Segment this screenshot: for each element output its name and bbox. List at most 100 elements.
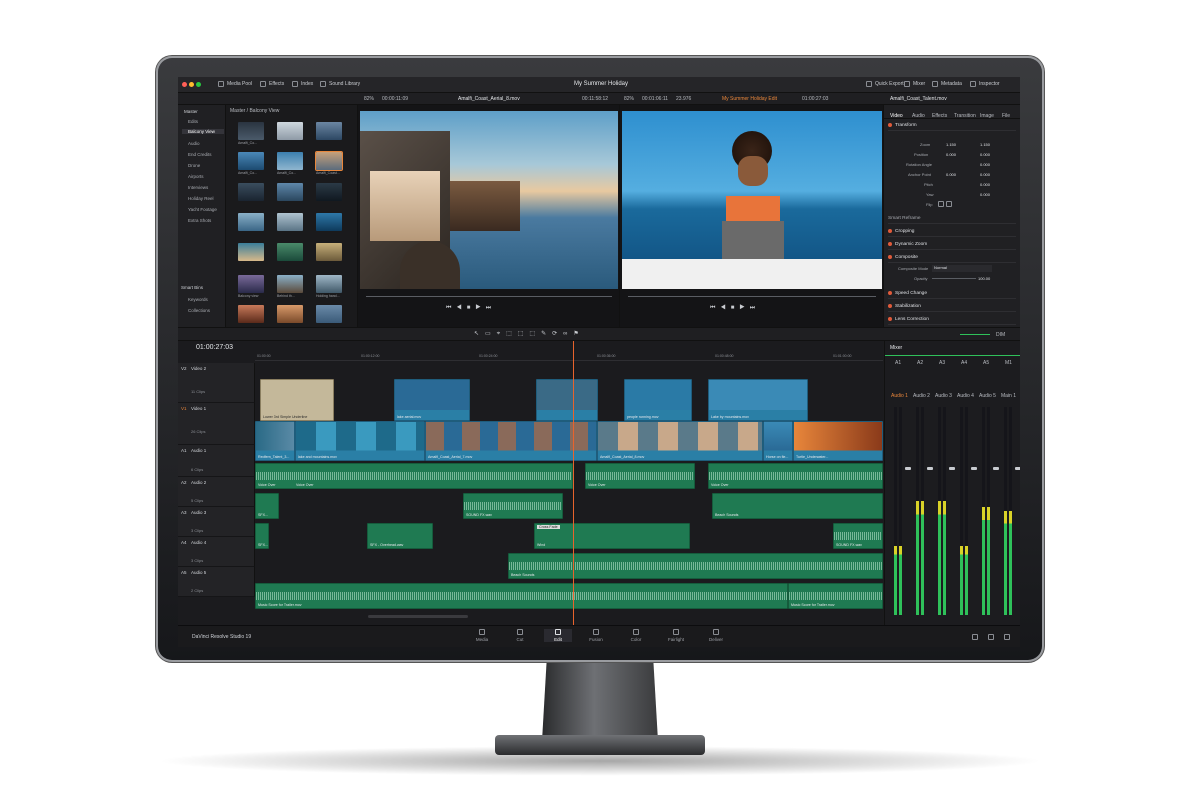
yaw-value[interactable]: 0.000	[980, 192, 990, 197]
enabled-indicator-icon[interactable]	[888, 229, 892, 233]
track-header-a3[interactable]: A3 Audio 3 3 Clips	[178, 507, 255, 537]
enabled-indicator-icon[interactable]	[888, 255, 892, 259]
audio-clip[interactable]: SFX...	[255, 523, 269, 549]
clip-thumbnail[interactable]	[238, 305, 264, 323]
cloud-icon[interactable]	[972, 634, 978, 640]
clip-thumbnail[interactable]	[277, 152, 303, 170]
flip-vertical-icon[interactable]	[946, 201, 952, 207]
playhead[interactable]	[573, 341, 574, 625]
page-fusion[interactable]: Fusion	[582, 629, 610, 642]
clip-thumbnail[interactable]	[277, 305, 303, 323]
audio-clip[interactable]: SFX - Overhead.wav	[367, 523, 433, 549]
page-cut[interactable]: Cut	[506, 629, 534, 642]
timeline-clip[interactable]: Redfern_Talent_3...	[255, 421, 295, 461]
tab-metadata[interactable]: Metadata	[932, 81, 962, 87]
timeline-clip[interactable]: Lake by mountains.mov	[708, 379, 808, 421]
clip-thumbnail[interactable]	[277, 275, 303, 293]
section-stabilization[interactable]: Stabilization	[888, 301, 1016, 312]
section-lens-correction[interactable]: Lens Correction	[888, 314, 1016, 325]
audio-clip[interactable]: Cross Fade Wind	[534, 523, 690, 549]
source-transport-controls[interactable]: ⏮◀■▶⏭	[446, 305, 496, 312]
source-scrubber[interactable]	[366, 296, 612, 297]
section-composite[interactable]: Composite	[888, 252, 1016, 263]
opacity-slider[interactable]	[932, 278, 976, 279]
tab-index[interactable]: Index	[292, 81, 313, 87]
audio-clip[interactable]: Music Score for Trailer.mov	[255, 583, 788, 609]
timeline-name[interactable]: My Summer Holiday Edit	[722, 96, 777, 102]
timeline-scrollbar[interactable]	[368, 615, 468, 618]
home-icon[interactable]	[988, 634, 994, 640]
enabled-indicator-icon[interactable]	[888, 291, 892, 295]
tab-media-pool[interactable]: Media Pool	[218, 81, 252, 87]
inspector-tab-transition[interactable]: Transition	[954, 113, 976, 119]
zoom-window-button[interactable]	[196, 82, 201, 87]
section-transform[interactable]: Transform	[888, 120, 1016, 131]
timeline-clip[interactable]: people running.mov	[624, 379, 692, 421]
dim-button[interactable]: DIM	[996, 332, 1005, 338]
audio-clip[interactable]: SOUND FX.wav	[463, 493, 563, 519]
tab-inspector[interactable]: Inspector	[970, 81, 1000, 87]
composite-mode-select[interactable]: Normal	[932, 265, 992, 272]
edit-tools[interactable]: ↖▭⌖⬚⬚⬚✎⟳∞⚑	[474, 330, 585, 338]
clip-thumbnail[interactable]	[316, 305, 342, 323]
clip-thumbnail[interactable]	[316, 213, 342, 231]
minimize-window-button[interactable]	[189, 82, 194, 87]
zoom-y-value[interactable]: 1.150	[980, 142, 990, 147]
track-header-a5[interactable]: A5 Audio 5 2 Clips	[178, 567, 255, 597]
tab-effects[interactable]: Effects	[260, 81, 284, 87]
zoom-left[interactable]: 82%	[364, 96, 374, 102]
timeline-clip[interactable]: Amalfi_Coast_Aerial_8.mov	[597, 421, 763, 461]
clip-thumbnail[interactable]	[316, 275, 342, 293]
audio-clip[interactable]: Beach Sounds	[508, 553, 883, 579]
close-window-button[interactable]	[182, 82, 187, 87]
bin-item[interactable]: Interviews	[188, 185, 208, 190]
zoom-right[interactable]: 82%	[624, 96, 634, 102]
section-smart-reframe[interactable]: Smart Reframe	[888, 213, 1016, 224]
clip-thumbnail[interactable]	[277, 213, 303, 231]
section-dynamic-zoom[interactable]: Dynamic Zoom	[888, 239, 1016, 250]
mixer-fader-handle[interactable]	[1015, 467, 1020, 470]
clip-thumbnail[interactable]	[277, 183, 303, 201]
track-header-v1[interactable]: V1 Video 1 26 Clips	[178, 403, 255, 445]
clip-thumbnail[interactable]	[277, 243, 303, 261]
bin-item[interactable]: End Credits	[188, 152, 212, 157]
position-y-value[interactable]: 0.000	[980, 152, 990, 157]
timeline-scrubber[interactable]	[628, 296, 876, 297]
clip-thumbnail[interactable]	[277, 122, 303, 140]
timeline-transport-controls[interactable]: ⏮◀■▶⏭	[710, 305, 760, 312]
track-header-a2[interactable]: A2 Audio 2 5 Clips	[178, 477, 255, 507]
enabled-indicator-icon[interactable]	[888, 304, 892, 308]
mixer-fader-handle[interactable]	[949, 467, 955, 470]
timeline-frame-talent[interactable]	[622, 111, 882, 289]
timeline-clip[interactable]: Amalfi_Coast_Aerial_7.mov	[425, 421, 597, 461]
bin-item[interactable]: Holiday Reel	[188, 196, 214, 201]
section-speed-change[interactable]: Speed Change	[888, 288, 1016, 299]
smart-bin-item[interactable]: Collections	[188, 308, 210, 313]
clip-thumbnail[interactable]	[238, 152, 264, 170]
section-cropping[interactable]: Cropping	[888, 226, 1016, 237]
anchor-x-value[interactable]: 0.000	[946, 172, 956, 177]
bin-item[interactable]: Extra Shots	[188, 218, 211, 223]
bin-item[interactable]: Edits	[188, 119, 198, 124]
inspector-tab-video[interactable]: Video	[890, 113, 903, 119]
zoom-x-value[interactable]: 1.150	[946, 142, 956, 147]
page-media[interactable]: Media	[468, 629, 496, 642]
page-deliver[interactable]: Deliver	[702, 629, 730, 642]
clip-thumbnail[interactable]	[316, 183, 342, 201]
track-header-a1[interactable]: A1 Audio 1 6 Clips	[178, 445, 255, 477]
tab-mixer[interactable]: Mixer	[904, 81, 925, 87]
audio-clip[interactable]: Voice Over	[585, 463, 695, 489]
inspector-tab-file[interactable]: File	[1002, 113, 1010, 119]
bin-master[interactable]: Master	[184, 109, 198, 114]
page-fairlight[interactable]: Fairlight	[662, 629, 690, 642]
timeline-clip[interactable]: lake and mountains.mov	[295, 421, 425, 461]
page-color[interactable]: Color	[622, 629, 650, 642]
clip-thumbnail-selected[interactable]	[315, 151, 343, 171]
audio-clip[interactable]: SFX...	[255, 493, 279, 519]
opacity-value[interactable]: 100.00	[978, 276, 990, 281]
page-edit[interactable]: Edit	[544, 629, 572, 642]
volume-slider[interactable]	[960, 334, 990, 335]
inspector-tab-effects[interactable]: Effects	[932, 113, 947, 119]
clip-thumbnail[interactable]	[238, 275, 264, 293]
mixer-fader-handle[interactable]	[905, 467, 911, 470]
